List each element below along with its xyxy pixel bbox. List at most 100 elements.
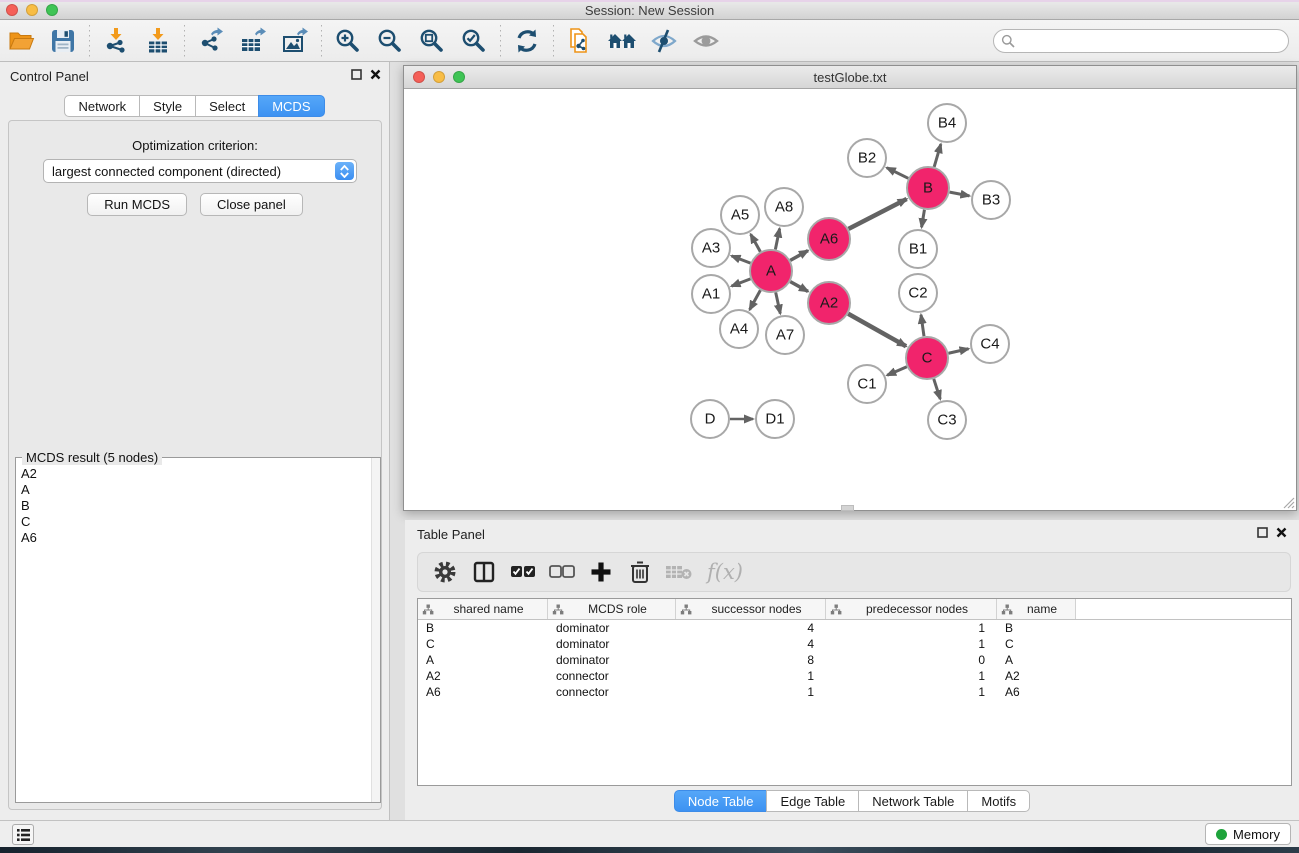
table-cell[interactable]: C xyxy=(997,637,1076,651)
result-scrollbar[interactable] xyxy=(371,458,380,802)
graph-node-A6[interactable]: A6 xyxy=(808,218,850,260)
function-builder-button[interactable]: f(x) xyxy=(703,557,747,587)
deselect-all-button[interactable] xyxy=(547,557,577,587)
table-row[interactable]: A2connector11A2 xyxy=(418,668,1291,684)
import-network-button[interactable] xyxy=(99,24,133,58)
table-cell[interactable]: A6 xyxy=(997,685,1076,699)
graph-node-A3[interactable]: A3 xyxy=(692,229,730,267)
graph-edge-A-A1[interactable] xyxy=(732,279,751,286)
table-cell[interactable]: A6 xyxy=(418,685,548,699)
table-row[interactable]: Cdominator41C xyxy=(418,636,1291,652)
tab-node-table[interactable]: Node Table xyxy=(674,790,768,812)
split-columns-button[interactable] xyxy=(469,557,499,587)
zoom-selected-button[interactable] xyxy=(457,24,491,58)
column-header-name[interactable]: name xyxy=(997,599,1076,619)
table-cell[interactable]: connector xyxy=(548,685,676,699)
tab-select[interactable]: Select xyxy=(195,95,259,117)
task-history-button[interactable] xyxy=(12,824,34,845)
table-cell[interactable]: dominator xyxy=(548,621,676,635)
graph-node-C3[interactable]: C3 xyxy=(928,401,966,439)
table-cell[interactable]: A2 xyxy=(418,669,548,683)
graph-edge-A-A4[interactable] xyxy=(750,290,761,309)
float-table-panel-icon[interactable] xyxy=(1257,527,1268,538)
graph-node-C2[interactable]: C2 xyxy=(899,274,937,312)
graph-edge-C-C4[interactable] xyxy=(948,349,968,353)
table-cell[interactable]: 8 xyxy=(676,653,826,667)
graph-edge-A-A8[interactable] xyxy=(775,229,779,250)
zoom-out-button[interactable] xyxy=(373,24,407,58)
graph-edge-C-C1[interactable] xyxy=(887,367,907,376)
table-cell[interactable]: 1 xyxy=(826,637,997,651)
import-table-button[interactable] xyxy=(141,24,175,58)
show-details-button[interactable] xyxy=(689,24,723,58)
column-header-MCDS-role[interactable]: MCDS role xyxy=(548,599,676,619)
table-cell[interactable]: 1 xyxy=(676,669,826,683)
table-cell[interactable]: dominator xyxy=(548,637,676,651)
tab-network[interactable]: Network xyxy=(64,95,140,117)
graph-node-B[interactable]: B xyxy=(907,167,949,209)
graph-edge-A6-B[interactable] xyxy=(849,199,907,229)
tab-motifs[interactable]: Motifs xyxy=(967,790,1030,812)
search-input[interactable] xyxy=(993,29,1289,53)
tab-mcds[interactable]: MCDS xyxy=(258,95,324,117)
table-cell[interactable]: 4 xyxy=(676,637,826,651)
table-row[interactable]: Bdominator41B xyxy=(418,620,1291,636)
graph-node-A8[interactable]: A8 xyxy=(765,188,803,226)
graph-edge-C-C2[interactable] xyxy=(921,315,924,336)
mcds-result-item[interactable]: C xyxy=(21,514,371,530)
column-header-successor-nodes[interactable]: successor nodes xyxy=(676,599,826,619)
delete-table-button[interactable] xyxy=(664,557,694,587)
export-image-button[interactable] xyxy=(278,24,312,58)
save-session-button[interactable] xyxy=(46,24,80,58)
refresh-layout-button[interactable] xyxy=(510,24,544,58)
tab-network-table[interactable]: Network Table xyxy=(858,790,968,812)
tab-edge-table[interactable]: Edge Table xyxy=(766,790,859,812)
graph-edge-A-A7[interactable] xyxy=(776,292,781,313)
network-canvas[interactable]: B4B2BB3A8A5A6A3B1AC2A1A2A4A7C4CC1C3DD1 xyxy=(404,90,1296,510)
graph-edge-A2-C[interactable] xyxy=(848,314,906,346)
close-panel-button[interactable]: Close panel xyxy=(200,193,303,216)
table-cell[interactable]: connector xyxy=(548,669,676,683)
resize-grip[interactable] xyxy=(1280,494,1295,509)
export-network-button[interactable] xyxy=(194,24,228,58)
table-cell[interactable]: dominator xyxy=(548,653,676,667)
network-graph[interactable]: B4B2BB3A8A5A6A3B1AC2A1A2A4A7C4CC1C3DD1 xyxy=(404,90,1296,510)
table-cell[interactable]: C xyxy=(418,637,548,651)
close-panel-icon[interactable] xyxy=(370,69,381,80)
graph-edge-B-B2[interactable] xyxy=(887,168,909,179)
table-cell[interactable]: A xyxy=(418,653,548,667)
graph-node-B3[interactable]: B3 xyxy=(972,181,1010,219)
graph-edge-A-A6[interactable] xyxy=(790,251,808,261)
graph-node-A5[interactable]: A5 xyxy=(721,196,759,234)
graph-edge-A-A3[interactable] xyxy=(732,256,751,263)
table-cell[interactable]: A xyxy=(997,653,1076,667)
graph-node-C1[interactable]: C1 xyxy=(848,365,886,403)
table-cell[interactable]: 0 xyxy=(826,653,997,667)
table-cell[interactable]: 1 xyxy=(676,685,826,699)
graph-node-A7[interactable]: A7 xyxy=(766,316,804,354)
gear-button[interactable] xyxy=(430,557,460,587)
zoom-in-button[interactable] xyxy=(331,24,365,58)
column-header-predecessor-nodes[interactable]: predecessor nodes xyxy=(826,599,997,619)
add-column-button[interactable] xyxy=(586,557,616,587)
graph-node-A1[interactable]: A1 xyxy=(692,275,730,313)
export-table-button[interactable] xyxy=(236,24,270,58)
open-session-button[interactable] xyxy=(4,24,38,58)
table-cell[interactable]: A2 xyxy=(997,669,1076,683)
table-cell[interactable]: 1 xyxy=(826,621,997,635)
table-cell[interactable]: 1 xyxy=(826,669,997,683)
graph-edge-B-B3[interactable] xyxy=(950,192,970,196)
delete-button[interactable] xyxy=(625,557,655,587)
graph-node-B2[interactable]: B2 xyxy=(848,139,886,177)
graph-edge-A-A2[interactable] xyxy=(790,282,808,292)
float-panel-icon[interactable] xyxy=(351,69,362,80)
graph-edge-B-B4[interactable] xyxy=(934,144,941,167)
graph-node-C4[interactable]: C4 xyxy=(971,325,1009,363)
mcds-result-item[interactable]: B xyxy=(21,498,371,514)
table-cell[interactable]: 4 xyxy=(676,621,826,635)
table-row[interactable]: A6connector11A6 xyxy=(418,684,1291,700)
table-row[interactable]: Adominator80A xyxy=(418,652,1291,668)
graph-node-D[interactable]: D xyxy=(691,400,729,438)
close-table-panel-icon[interactable] xyxy=(1276,527,1287,538)
run-mcds-button[interactable]: Run MCDS xyxy=(87,193,187,216)
